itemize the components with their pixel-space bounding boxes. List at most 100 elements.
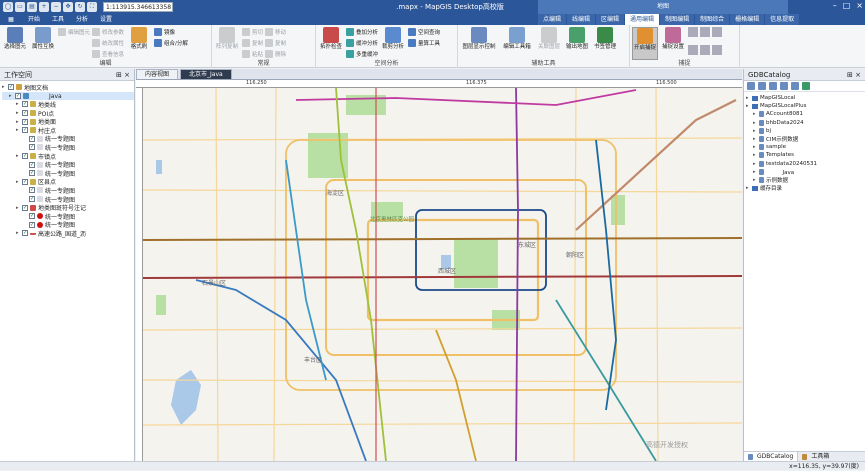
visibility-checkbox[interactable]: ✓ — [29, 135, 35, 142]
delete-button[interactable]: 删除 — [265, 49, 286, 59]
snap-perp-icon[interactable] — [700, 44, 710, 55]
visibility-checkbox[interactable]: ✓ — [29, 213, 35, 220]
snap-settings-button[interactable]: 捕捉设置 — [660, 27, 686, 60]
layer-display-control-button[interactable]: 图层显示控制 — [460, 27, 498, 60]
catalog-item[interactable]: ▸ MapGISLocal — [746, 94, 863, 102]
minimize-icon[interactable]: – — [833, 1, 837, 10]
tab-beijing-map[interactable]: 北京市_Java — [180, 69, 232, 79]
tab-point-edit[interactable]: 点编辑 — [538, 14, 567, 25]
pin-icon[interactable]: ⊞ × — [847, 69, 861, 81]
attribute-swap-button[interactable]: 属性互换 — [30, 27, 56, 60]
catalog-item[interactable]: ▸ 缓存目录 — [746, 184, 863, 192]
spatial-query-button[interactable]: 空间查询 — [408, 27, 440, 37]
refresh-icon[interactable] — [780, 82, 788, 90]
save-icon[interactable]: ▤ — [27, 2, 37, 12]
attach-icon[interactable] — [758, 82, 766, 90]
visibility-checkbox[interactable]: ✓ — [22, 230, 28, 237]
tree-item[interactable]: ✓ 统一专题图 — [2, 169, 134, 178]
tab-carto-general[interactable]: 制图综合 — [695, 14, 730, 25]
duplicate-button[interactable]: 复制 — [265, 38, 286, 48]
related-layer-button[interactable]: 关联图层 — [536, 27, 562, 60]
move-button[interactable]: 移动 — [265, 27, 286, 37]
unify-attr-button[interactable]: 统改属性 — [92, 38, 124, 48]
visibility-checkbox[interactable]: ✓ — [29, 161, 35, 168]
maximize-icon[interactable]: □ — [843, 1, 851, 10]
file-menu-button[interactable]: ▦ — [0, 14, 22, 25]
measure-tool-button[interactable]: 量算工具 — [408, 38, 440, 48]
tree-item[interactable]: ✓ 统一专题图 — [2, 212, 134, 221]
tree-item[interactable]: ▸ ✓ 地图文档 — [2, 83, 134, 92]
tree-item[interactable]: ▸ ✓ 市镇点 — [2, 152, 134, 161]
refresh-icon[interactable]: ↻ — [75, 2, 85, 12]
full-extent-icon[interactable]: ⛶ — [87, 2, 97, 12]
tab-line-edit[interactable]: 线编辑 — [567, 14, 596, 25]
visibility-checkbox[interactable]: ✓ — [22, 118, 28, 125]
catalog-item[interactable]: ▸ testdata20240531 — [746, 160, 863, 168]
view-info-button[interactable]: 查看信息 — [92, 49, 124, 59]
snap-mid-icon[interactable] — [688, 44, 698, 55]
tab-toolbox[interactable]: 工具箱 — [798, 452, 833, 461]
tab-gdbcatalog[interactable]: GDBCatalog — [744, 452, 799, 461]
zoom-in-icon[interactable]: + — [39, 2, 49, 12]
catalog-item[interactable]: ▸ MapGISLocalPlus — [746, 102, 863, 110]
new-db-icon[interactable] — [747, 82, 755, 90]
catalog-item[interactable]: ▸ bj — [746, 127, 863, 135]
catalog-item[interactable]: ▸ Templates — [746, 151, 863, 159]
tab-area-edit[interactable]: 区编辑 — [596, 14, 625, 25]
tree-item[interactable]: ▸ ✓ 高速公路_国道_沥 — [2, 229, 134, 238]
combine-split-button[interactable]: 组合/分解 — [154, 38, 188, 48]
tree-item[interactable]: ▸ ✓ 地类面 — [2, 117, 134, 126]
snap-point-icon[interactable] — [688, 27, 698, 37]
pin-icon[interactable]: ⊞ × — [116, 69, 130, 81]
tab-content-view[interactable]: 内容视图 — [136, 69, 179, 79]
copy-button[interactable]: 复制 — [242, 38, 263, 48]
tab-home[interactable]: 开始 — [22, 14, 46, 25]
paste-button[interactable]: 粘贴 — [242, 49, 263, 59]
overlay-analysis-button[interactable]: 叠加分析 — [346, 27, 378, 37]
detach-icon[interactable] — [769, 82, 777, 90]
tree-item[interactable]: ▸ ✓ 区县点 — [2, 178, 134, 186]
snap-line-icon[interactable] — [700, 27, 710, 37]
catalog-item[interactable]: ▸ ACcount8081 — [746, 110, 863, 118]
edit-element-button[interactable]: 编辑图元 — [58, 27, 90, 37]
visibility-checkbox[interactable]: ✓ — [29, 196, 35, 203]
mirror-button[interactable]: 镜像 — [154, 27, 188, 37]
visibility-checkbox[interactable]: ✓ — [8, 84, 14, 91]
tree-item[interactable]: ▸ ✓ 地类图斑符号注记 — [2, 203, 134, 212]
visibility-checkbox[interactable]: ✓ — [22, 101, 28, 108]
visibility-checkbox[interactable]: ✓ — [22, 178, 28, 185]
clip-analysis-button[interactable]: 裁剪分析 — [380, 27, 406, 60]
catalog-item[interactable]: ▸ Java — [746, 168, 863, 176]
cut-button[interactable]: 剪切 — [242, 27, 263, 37]
close-icon[interactable]: × — [856, 1, 863, 10]
tab-carto-edit[interactable]: 制图编辑 — [660, 14, 695, 25]
visibility-checkbox[interactable]: ✓ — [29, 170, 35, 177]
visibility-checkbox[interactable]: ✓ — [22, 153, 28, 160]
pan-icon[interactable]: ✥ — [63, 2, 73, 12]
tree-item[interactable]: ✓ 统一专题图 — [2, 221, 134, 229]
export-map-button[interactable]: 输出地图 — [564, 27, 590, 60]
visibility-checkbox[interactable]: ✓ — [22, 127, 28, 134]
tree-item[interactable]: ✓ 统一专题图 — [2, 195, 134, 204]
tree-item[interactable]: ✓ 统一专题图 — [2, 186, 134, 195]
search-icon[interactable] — [791, 82, 799, 90]
tree-item[interactable]: ▸ ✓ Java — [2, 91, 134, 100]
map-view[interactable]: 116.250 116.375 116.500 海淀区 东城区 西城区 石景山区… — [136, 80, 742, 461]
tab-settings[interactable]: 设置 — [94, 14, 118, 25]
new-icon[interactable]: ◯ — [3, 2, 13, 12]
tree-item[interactable]: ✓ 统一专题图 — [2, 135, 134, 143]
tab-general-edit[interactable]: 通用编辑 — [625, 14, 660, 25]
visibility-checkbox[interactable]: ✓ — [15, 92, 21, 99]
globe-icon[interactable] — [802, 82, 810, 90]
tab-raster-edit[interactable]: 栅格编辑 — [730, 14, 765, 25]
edit-param-button[interactable]: 修改参数 — [92, 27, 124, 37]
buffer-analysis-button[interactable]: 缓冲分析 — [346, 38, 378, 48]
array-copy-button[interactable]: 阵列复制 — [214, 27, 240, 60]
topo-check-button[interactable]: 拓扑检查 — [318, 27, 344, 60]
tab-tools[interactable]: 工具 — [46, 14, 70, 25]
edit-toolbox-button[interactable]: 编辑工具箱 — [500, 27, 534, 60]
bookmark-manage-button[interactable]: 书签管理 — [592, 27, 618, 60]
catalog-item[interactable]: ▸ bhbData2024 — [746, 119, 863, 127]
multi-buffer-button[interactable]: 多重缓冲 — [346, 49, 378, 59]
catalog-item[interactable]: ▸ 示例数据 — [746, 176, 863, 184]
